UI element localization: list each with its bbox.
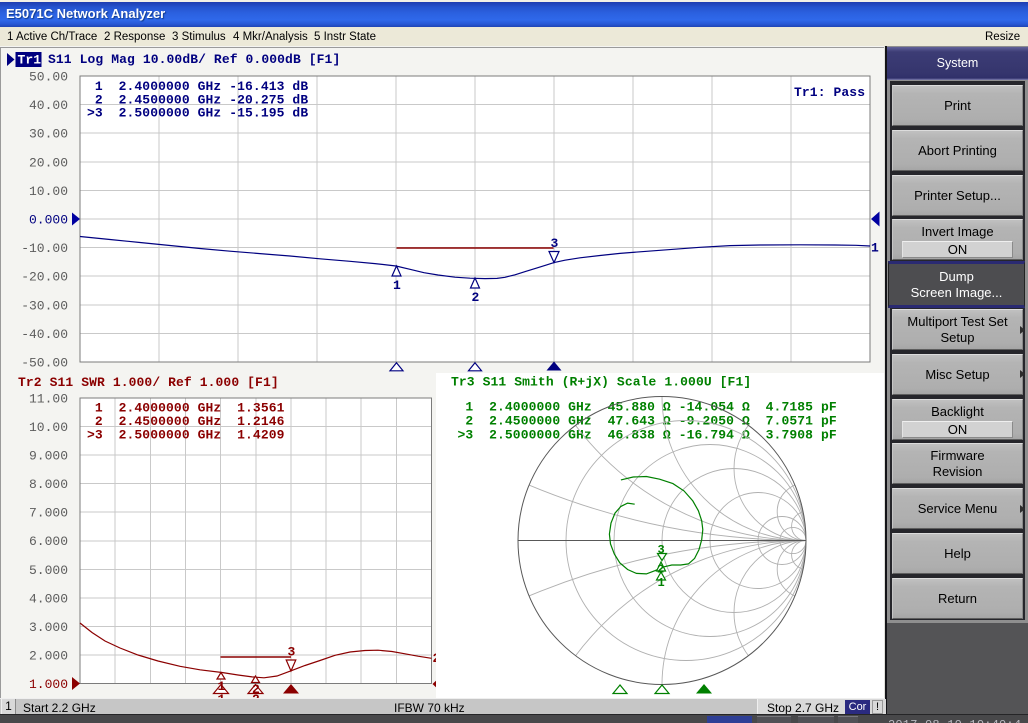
svg-text:10.00: 10.00: [29, 184, 68, 199]
svg-text:9.000: 9.000: [29, 449, 68, 464]
svg-text:8.000: 8.000: [29, 477, 68, 492]
svg-text:1.000: 1.000: [29, 677, 68, 692]
svg-text:S11 Log Mag 10.00dB/ Ref 0.000: S11 Log Mag 10.00dB/ Ref 0.000dB [F1]: [48, 52, 340, 67]
svg-text:Tr2 S11 SWR 1.000/ Ref 1.000 [: Tr2 S11 SWR 1.000/ Ref 1.000 [F1]: [18, 375, 279, 390]
svg-text:10.00: 10.00: [29, 420, 68, 435]
svg-text:2 2.4500000 GHz 47.643 Ω -9.: 2 2.4500000 GHz 47.643 Ω -9.2050 Ω 7.057…: [458, 414, 837, 429]
svg-text:>3 2.5000000 GHz 46.838 Ω -1: >3 2.5000000 GHz 46.838 Ω -16.794 Ω 3.79…: [458, 428, 837, 443]
svg-text:Tr3 S11 Smith (R+jX) Scale 1.0: Tr3 S11 Smith (R+jX) Scale 1.000U [F1]: [451, 375, 751, 390]
svg-text:7.000: 7.000: [29, 506, 68, 521]
svg-text:3: 3: [551, 236, 559, 251]
svg-text:>3 2.5000000 GHz 1.4209: >3 2.5000000 GHz 1.4209: [87, 428, 285, 443]
svg-text:-20.00: -20.00: [21, 270, 68, 285]
svg-text:>3 2.5000000 GHz -15.195 dB: >3 2.5000000 GHz -15.195 dB: [87, 106, 308, 121]
svg-text:2.000: 2.000: [29, 649, 68, 664]
svg-text:50.00: 50.00: [29, 70, 68, 85]
svg-text:0.000: 0.000: [29, 213, 68, 228]
svg-text:Tr1: Pass: Tr1: Pass: [794, 85, 865, 100]
svg-text:20.00: 20.00: [29, 155, 68, 170]
svg-text:6.000: 6.000: [29, 534, 68, 549]
svg-text:1: 1: [393, 278, 401, 293]
svg-text:-40.00: -40.00: [21, 327, 68, 342]
svg-text:3.000: 3.000: [29, 620, 68, 635]
svg-text:1: 1: [871, 241, 879, 256]
svg-text:2: 2: [472, 290, 480, 305]
svg-text:1: 1: [658, 576, 665, 590]
svg-text:3: 3: [288, 645, 296, 660]
svg-text:11.00: 11.00: [29, 392, 68, 407]
svg-text:4.000: 4.000: [29, 591, 68, 606]
svg-text:-50.00: -50.00: [21, 356, 68, 371]
svg-text:-10.00: -10.00: [21, 241, 68, 256]
svg-text:30.00: 30.00: [29, 127, 68, 142]
svg-text:Tr1: Tr1: [18, 53, 42, 68]
svg-text:-30.00: -30.00: [21, 298, 68, 313]
svg-text:5.000: 5.000: [29, 563, 68, 578]
svg-text:1 2.4000000 GHz 45.880 Ω -14: 1 2.4000000 GHz 45.880 Ω -14.054 Ω 4.718…: [458, 400, 837, 415]
svg-text:40.00: 40.00: [29, 98, 68, 113]
